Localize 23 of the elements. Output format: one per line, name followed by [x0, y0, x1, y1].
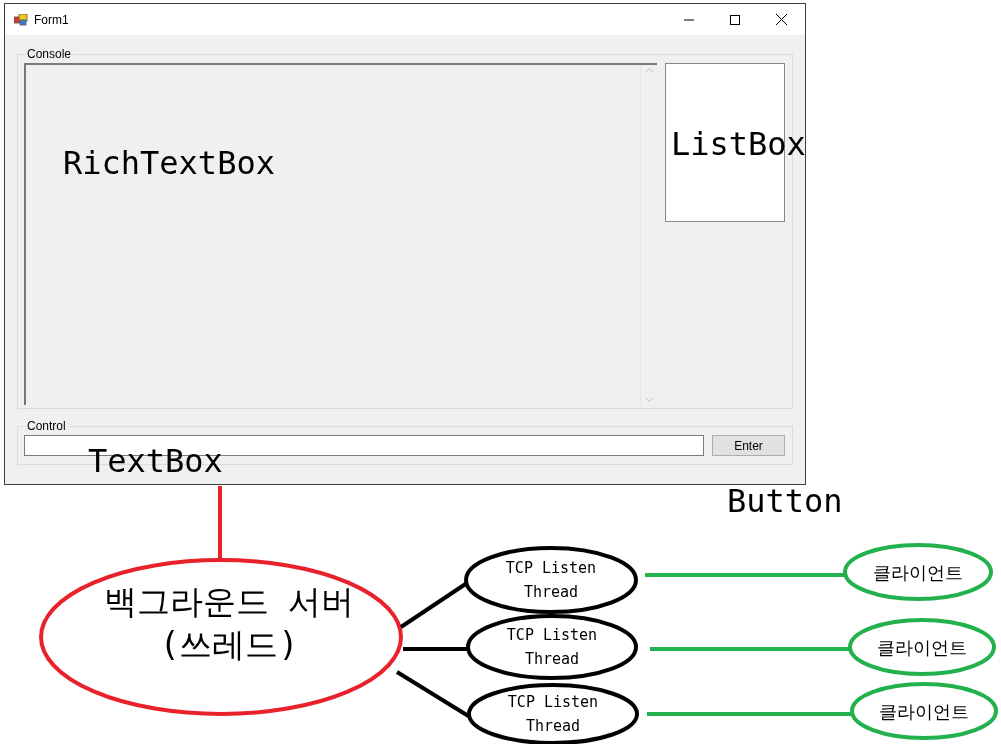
annotation-label: TextBox [88, 441, 223, 481]
diagram-label: TCP Listen [505, 559, 597, 577]
diagram-label: (쓰레드) [159, 624, 299, 664]
diagram-label: Thread [523, 583, 579, 601]
app-icon [14, 13, 28, 26]
maximize-icon[interactable] [730, 14, 740, 25]
annotation-label: RichTextBox [63, 143, 275, 183]
diagram-label: TCP Listen [506, 626, 598, 644]
diagram-label: 클라이언트 [873, 562, 963, 583]
diagram-label: 클라이언트 [877, 637, 967, 658]
window-title: Form1 [34, 11, 69, 29]
diagram-label: 백그라운드 서버 [103, 581, 355, 621]
diagram-label: Thread [524, 650, 580, 668]
diagram-label: 클라이언트 [879, 701, 969, 722]
annotation-label: Button [727, 481, 843, 521]
diagram-label: TCP Listen [507, 693, 599, 711]
group-label: Console [26, 46, 73, 63]
enter-button[interactable]: Enter [712, 435, 785, 456]
connector-line [403, 647, 468, 651]
close-icon[interactable] [776, 14, 787, 25]
group-label: Control [26, 418, 67, 435]
diagram-label: Thread [525, 717, 581, 735]
annotation-label: ListBox [671, 124, 806, 164]
